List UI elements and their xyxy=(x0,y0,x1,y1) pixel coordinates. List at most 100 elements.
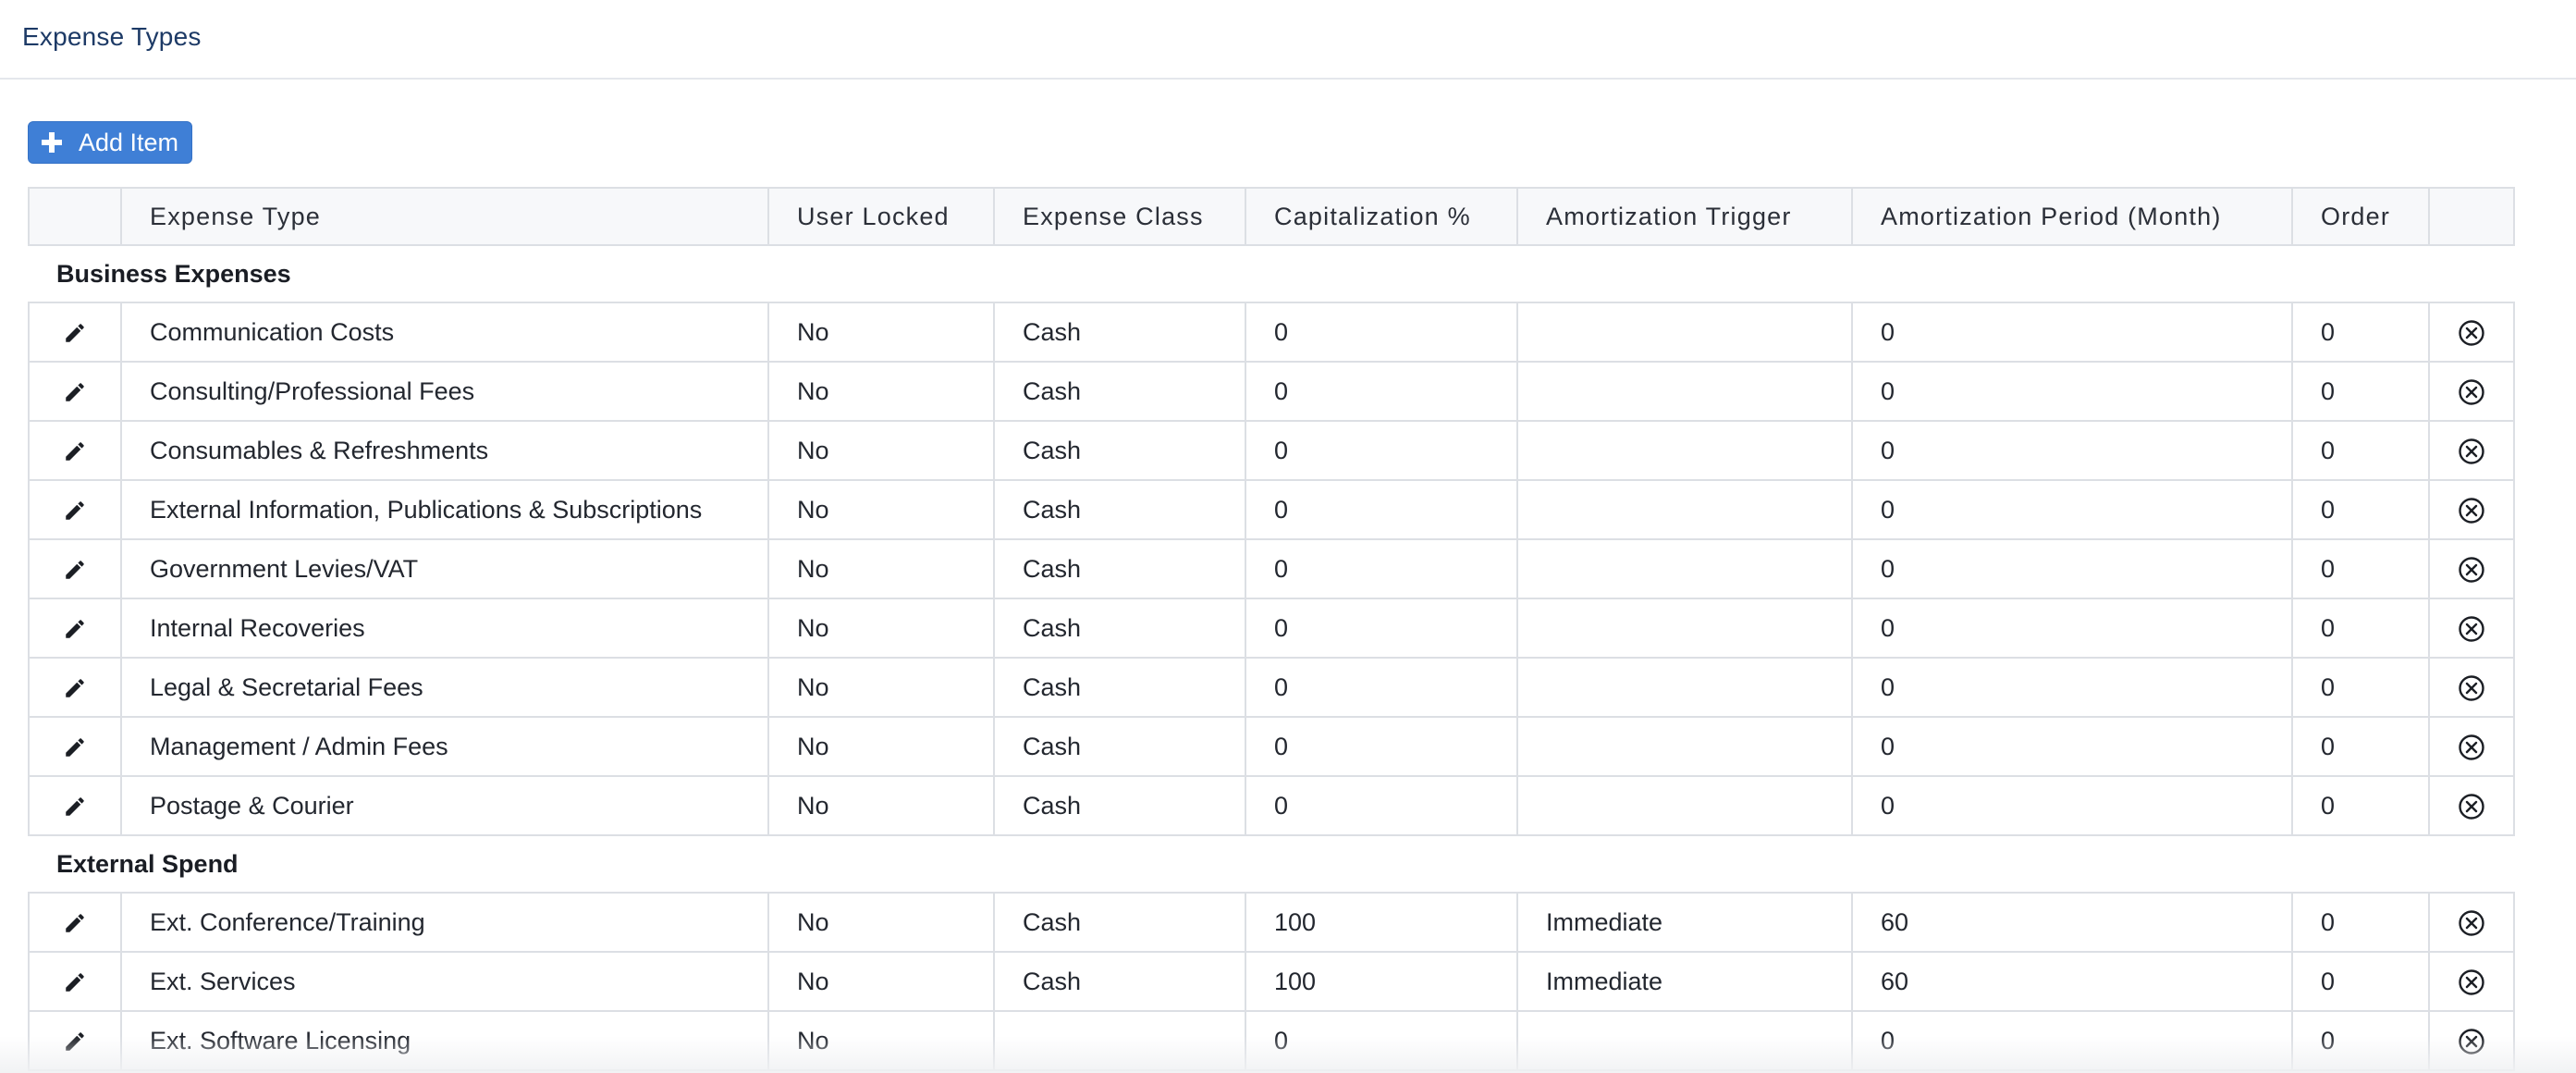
circle-x-icon xyxy=(2458,319,2485,347)
circle-x-icon xyxy=(2458,734,2485,761)
capitalization-cell: 0 xyxy=(1245,538,1518,599)
capitalization-cell: 0 xyxy=(1245,1010,1518,1071)
edit-button[interactable] xyxy=(28,716,122,777)
amortization-trigger-cell xyxy=(1516,361,1853,422)
table-header-row: Expense Type User Locked Expense Class C… xyxy=(28,187,2515,246)
user-locked-cell: No xyxy=(767,892,995,953)
edit-button[interactable] xyxy=(28,775,122,836)
amortization-trigger-cell: Immediate xyxy=(1516,951,1853,1012)
column-header[interactable]: Capitalization % xyxy=(1245,187,1518,246)
table-row: Legal & Secretarial Fees No Cash 0 0 0 xyxy=(28,657,2515,718)
table-row: Consumables & Refreshments No Cash 0 0 0 xyxy=(28,420,2515,481)
remove-button[interactable] xyxy=(2428,538,2515,599)
expense-class-cell: Cash xyxy=(993,420,1246,481)
table-row: Management / Admin Fees No Cash 0 0 0 xyxy=(28,716,2515,777)
top-bar: Expense Types xyxy=(0,0,2576,80)
amortization-period-cell: 60 xyxy=(1851,951,2293,1012)
pencil-icon xyxy=(63,321,87,345)
remove-button[interactable] xyxy=(2428,479,2515,540)
pencil-icon xyxy=(63,795,87,819)
column-header[interactable]: User Locked xyxy=(767,187,995,246)
expense-class-cell: Cash xyxy=(993,892,1246,953)
remove-button[interactable] xyxy=(2428,775,2515,836)
edit-button[interactable] xyxy=(28,1010,122,1071)
table-row: Postage & Courier No Cash 0 0 0 xyxy=(28,775,2515,836)
user-locked-cell: No xyxy=(767,538,995,599)
edit-button[interactable] xyxy=(28,302,122,363)
edit-button[interactable] xyxy=(28,538,122,599)
expense-types-table: Expense Type User Locked Expense Class C… xyxy=(28,187,2515,1071)
expense-type-cell: Postage & Courier xyxy=(120,775,769,836)
edit-button[interactable] xyxy=(28,951,122,1012)
remove-button[interactable] xyxy=(2428,657,2515,718)
pencil-icon xyxy=(63,970,87,994)
user-locked-cell: No xyxy=(767,716,995,777)
group-row: External Spend xyxy=(29,834,2514,894)
order-cell: 0 xyxy=(2291,657,2430,718)
expense-class-cell: Cash xyxy=(993,361,1246,422)
capitalization-cell: 100 xyxy=(1245,951,1518,1012)
amortization-period-cell: 0 xyxy=(1851,775,2293,836)
expense-type-cell: Ext. Software Licensing xyxy=(120,1010,769,1071)
remove-button[interactable] xyxy=(2428,420,2515,481)
group-row: Business Expenses xyxy=(29,244,2514,303)
amortization-period-cell: 0 xyxy=(1851,479,2293,540)
edit-button[interactable] xyxy=(28,361,122,422)
pencil-icon xyxy=(63,1030,87,1054)
order-cell: 0 xyxy=(2291,302,2430,363)
expense-class-cell: Cash xyxy=(993,538,1246,599)
circle-x-icon xyxy=(2458,968,2485,996)
circle-x-icon xyxy=(2458,674,2485,702)
add-item-button[interactable]: Add Item xyxy=(28,121,193,164)
expense-type-cell: Consumables & Refreshments xyxy=(120,420,769,481)
column-header[interactable]: Order xyxy=(2291,187,2430,246)
order-cell: 0 xyxy=(2291,1010,2430,1071)
expense-type-cell: Legal & Secretarial Fees xyxy=(120,657,769,718)
remove-button[interactable] xyxy=(2428,302,2515,363)
remove-button[interactable] xyxy=(2428,892,2515,953)
user-locked-cell: No xyxy=(767,302,995,363)
amortization-trigger-cell xyxy=(1516,538,1853,599)
edit-button[interactable] xyxy=(28,657,122,718)
edit-button[interactable] xyxy=(28,892,122,953)
remove-button[interactable] xyxy=(2428,1010,2515,1071)
edit-button[interactable] xyxy=(28,598,122,659)
expense-type-cell: Consulting/Professional Fees xyxy=(120,361,769,422)
user-locked-cell: No xyxy=(767,775,995,836)
group-label: Business Expenses xyxy=(29,244,2514,303)
edit-button[interactable] xyxy=(28,479,122,540)
capitalization-cell: 0 xyxy=(1245,420,1518,481)
circle-x-icon xyxy=(2458,793,2485,820)
expense-type-cell: Management / Admin Fees xyxy=(120,716,769,777)
table-row: Consulting/Professional Fees No Cash 0 0 0 xyxy=(28,361,2515,422)
pencil-icon xyxy=(63,676,87,700)
capitalization-cell: 0 xyxy=(1245,361,1518,422)
group-label: External Spend xyxy=(29,834,2514,894)
remove-button[interactable] xyxy=(2428,716,2515,777)
capitalization-cell: 100 xyxy=(1245,892,1518,953)
remove-button[interactable] xyxy=(2428,361,2515,422)
amortization-period-cell: 0 xyxy=(1851,538,2293,599)
pencil-icon xyxy=(63,617,87,641)
remove-button[interactable] xyxy=(2428,951,2515,1012)
column-header[interactable]: Amortization Trigger xyxy=(1516,187,1853,246)
order-cell: 0 xyxy=(2291,716,2430,777)
order-cell: 0 xyxy=(2291,951,2430,1012)
capitalization-cell: 0 xyxy=(1245,775,1518,836)
expense-class-cell xyxy=(993,1010,1246,1071)
order-cell: 0 xyxy=(2291,361,2430,422)
order-cell: 0 xyxy=(2291,420,2430,481)
order-cell: 0 xyxy=(2291,892,2430,953)
edit-button[interactable] xyxy=(28,420,122,481)
remove-button[interactable] xyxy=(2428,598,2515,659)
order-cell: 0 xyxy=(2291,479,2430,540)
expense-class-cell: Cash xyxy=(993,479,1246,540)
page-title: Expense Types xyxy=(22,22,202,51)
column-header[interactable]: Expense Type xyxy=(120,187,769,246)
amortization-period-cell: 0 xyxy=(1851,1010,2293,1071)
amortization-period-cell: 0 xyxy=(1851,598,2293,659)
circle-x-icon xyxy=(2458,556,2485,584)
user-locked-cell: No xyxy=(767,361,995,422)
column-header[interactable]: Amortization Period (Month) xyxy=(1851,187,2293,246)
column-header[interactable]: Expense Class xyxy=(993,187,1246,246)
